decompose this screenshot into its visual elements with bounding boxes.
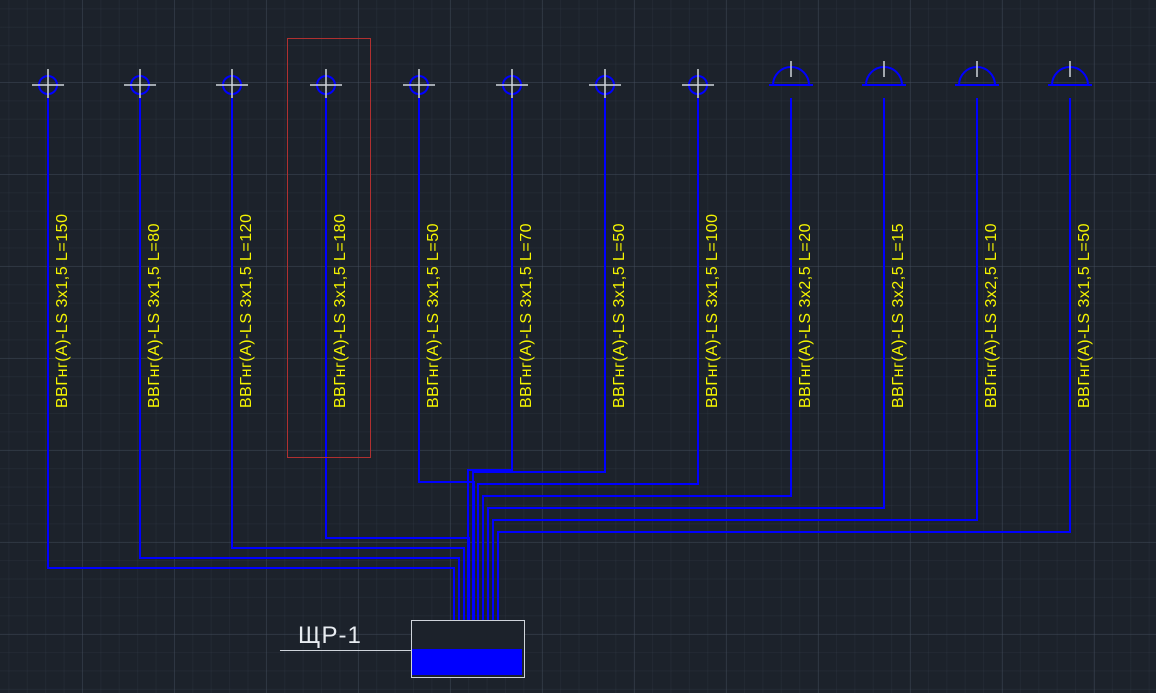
cable-label: ВВГнг(А)-LS 3x1,5 L=50 <box>425 148 443 408</box>
cable-label: ВВГнг(А)-LS 3x1,5 L=150 <box>54 148 72 408</box>
socket-symbol-icon <box>589 69 621 101</box>
socket-symbol-icon <box>403 69 435 101</box>
cable-label: ВВГнг(А)-LS 3x1,5 L=50 <box>1076 148 1094 408</box>
cable-label: ВВГнг(А)-LS 3x1,5 L=100 <box>704 148 722 408</box>
light-symbol-icon <box>769 61 813 85</box>
cable-label: ВВГнг(А)-LS 3x2,5 L=10 <box>983 148 1001 408</box>
light-symbol-icon <box>1048 61 1092 85</box>
light-symbol-icon <box>862 61 906 85</box>
socket-symbol-icon <box>216 69 248 101</box>
cad-drawing-area[interactable]: ВВГнг(А)-LS 3x1,5 L=150 ВВГнг(А)-LS 3x1,5… <box>0 0 1156 693</box>
cable-label: ВВГнг(А)-LS 3x2,5 L=20 <box>797 148 815 408</box>
socket-symbol-icon <box>496 69 528 101</box>
cable-label: ВВГнг(А)-LS 3x2,5 L=15 <box>890 148 908 408</box>
socket-symbol-icon <box>682 69 714 101</box>
cable-label: ВВГнг(А)-LS 3x1,5 L=120 <box>238 148 256 408</box>
distribution-panel-fill <box>412 649 522 675</box>
distribution-panel-label: ЩР-1 <box>298 622 362 650</box>
cable-label: ВВГнг(А)-LS 3x1,5 L=50 <box>611 148 629 408</box>
selection-rectangle <box>287 38 371 458</box>
label-leader-line <box>280 650 411 651</box>
light-symbol-icon <box>955 61 999 85</box>
cable-route <box>488 98 884 620</box>
socket-symbol-icon <box>32 69 64 101</box>
socket-symbol-icon <box>124 69 156 101</box>
cable-label: ВВГнг(А)-LS 3x1,5 L=70 <box>518 148 536 408</box>
cable-label: ВВГнг(А)-LS 3x1,5 L=80 <box>146 148 164 408</box>
